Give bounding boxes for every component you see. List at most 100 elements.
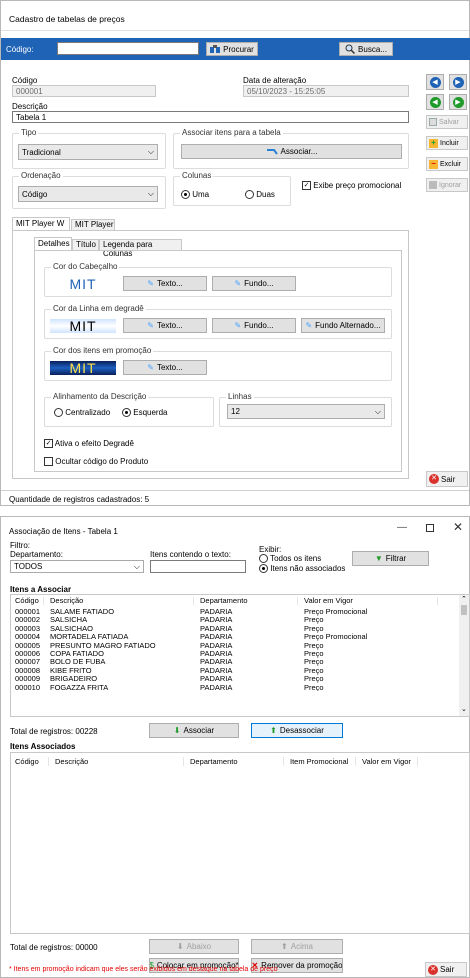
busca-label: Busca... [358,44,387,54]
col-valor[interactable]: Valor em Vigor [298,596,438,606]
col-descricao[interactable]: Descrição [49,757,184,766]
col-item-promo[interactable]: Item Promocional [284,757,356,766]
subtab-detalhes[interactable]: Detalhes [34,237,72,250]
procurar-button[interactable]: Procurar [206,42,258,56]
ignorar-button[interactable]: Ignorar [426,178,468,192]
chevron-down-icon: ⌵ [147,147,154,156]
itens-associar-rows: 000001 SALAME FATIADO PADARIA Preço Promoci… [10,608,457,717]
incluir-label: Incluir [440,139,459,147]
linha-fundo-alt-button[interactable]: ✎ Fundo Alternado... [301,318,385,333]
associar-item-button[interactable]: ⬇ Associar [149,723,239,738]
nav-first-icon: ◀ [429,76,441,88]
cor-promo-label: Cor dos itens em promoção [51,346,154,355]
linha-fundo-button[interactable]: ✎ Fundo... [212,318,296,333]
tab-mit-player[interactable]: MIT Player [71,219,115,230]
desassociar-label: Desassociar [279,726,324,735]
form2-sair-button[interactable]: ✕ Sair [425,962,467,977]
esquerda-label: Esquerda [133,408,168,417]
exibe-promo-label: Exibe preço promocional [313,181,402,190]
busca-button[interactable]: Busca... [339,42,393,56]
table-row[interactable]: 000009 BRIGADEIRO PADARIA Preço [10,674,457,684]
departamento-value: TODOS [14,562,43,571]
list-scrollbar[interactable]: ⌃ ⌄ [459,595,469,716]
ordenacao-select[interactable]: Código ⌵ [18,186,158,202]
linha-texto-button[interactable]: ✎ Texto... [123,318,207,333]
ocultar-codigo-checkbox[interactable]: Ocultar código do Produto [44,457,149,467]
nav-prev-button[interactable]: ◀ [426,94,444,110]
exibir-todos-radio[interactable]: Todos os itens [259,554,321,564]
table-row[interactable]: 000010 FOGAZZA FRITA PADARIA Preço [10,684,457,691]
nav-next-icon: ▶ [452,96,464,108]
esquerda-radio[interactable]: Esquerda [122,408,168,418]
incluir-button[interactable]: + Incluir [426,136,468,150]
arrow-down-icon: ⬇ [173,726,181,735]
salvar-button[interactable]: Salvar [426,115,468,129]
filtrar-label: Filtrar [385,554,407,563]
col-codigo[interactable]: Código [10,596,44,606]
scroll-down-icon[interactable]: ⌄ [461,705,467,713]
desassociar-button[interactable]: ⬆ Desassociar [251,723,343,738]
chevron-down-icon: ⌵ [133,561,140,571]
sair-button[interactable]: ✕ Sair [426,471,468,487]
ordenacao-group-label: Ordenação [19,171,63,180]
exibir-nao-radio[interactable]: Itens não associados [259,564,346,574]
cell-valor: Preço [304,683,324,691]
descricao-field[interactable]: Tabela 1 [12,111,409,123]
centralizado-radio[interactable]: Centralizado [54,408,110,418]
arrow-swoosh-icon [266,148,278,155]
col-uma-label: Uma [192,190,210,199]
footnote: * Itens em promoção indicam que eles ser… [9,966,278,973]
ativa-degrade-checkbox[interactable]: ✓ Ativa o efeito Degradê [44,439,134,449]
col-valor[interactable]: Valor em Vigor [356,757,418,766]
ocultar-codigo-label: Ocultar código do Produto [55,457,149,466]
associar-button[interactable]: Associar... [181,144,402,159]
cell-departamento: PADARIA [200,674,233,684]
exibir-nao-label: Itens não associados [270,564,346,573]
total2-label: Total de registros: 00000 [10,943,98,952]
col-codigo[interactable]: Código [10,757,49,766]
itens-associar-header: Código Descrição Departamento Valor em V… [10,596,457,606]
col-descricao[interactable]: Descrição [44,596,194,606]
acima-button[interactable]: ⬆ Acima [251,939,343,954]
scroll-thumb[interactable] [461,605,467,615]
form2-title: Associação de Itens - Tabela 1 [9,527,118,536]
cabecalho-fundo-button[interactable]: ✎ Fundo... [212,276,296,291]
promo-texto-button[interactable]: ✎ Texto... [123,360,207,375]
minimize-icon[interactable]: — [397,522,407,533]
search-code-input[interactable] [57,42,199,55]
linhas-select[interactable]: 12 ⌵ [227,404,385,419]
radio-icon [54,408,63,418]
filtrar-button[interactable]: ▼ Filtrar [352,551,429,566]
departamento-select[interactable]: TODOS ⌵ [10,560,144,573]
abaixo-button[interactable]: ⬇ Abaixo [149,939,239,954]
form1-top-divider [1,30,469,31]
check-icon: ✓ [44,439,53,449]
maximize-icon[interactable] [426,524,434,532]
col-duas-radio[interactable]: Duas [245,190,275,200]
subtab-titulo[interactable]: Título [72,239,99,250]
exibe-promo-checkbox[interactable]: ✓ Exibe preço promocional [302,181,402,191]
form1-title: Cadastro de tabelas de preços [9,14,125,24]
col-departamento[interactable]: Departamento [194,596,298,606]
itens-texto-input[interactable] [150,560,246,573]
cabecalho-texto-button[interactable]: ✎ Texto... [123,276,207,291]
tipo-value: Tradicional [22,147,61,157]
cor-cabecalho-label: Cor do Cabeçalho [51,262,120,271]
tab-mit-player-w[interactable]: MIT Player W [12,217,70,230]
col-departamento[interactable]: Departamento [184,757,284,766]
radio-icon [245,190,254,200]
add-icon: + [429,138,438,148]
linha-preview: MIT [50,318,116,334]
col-uma-radio[interactable]: Uma [181,190,210,200]
fundo-alt-label: Fundo Alternado... [315,321,381,330]
nav-next-button[interactable]: ▶ [449,94,467,110]
close-window-icon[interactable]: ✕ [453,520,463,534]
nav-first-button[interactable]: ◀ [426,74,444,90]
tipo-select[interactable]: Tradicional ⌵ [18,144,158,160]
subtab-legenda[interactable]: Legenda para Colunas [99,239,182,258]
nav-last-button[interactable]: ▶ [449,74,467,90]
excluir-button[interactable]: − Excluir [426,157,468,171]
cell-descricao: BRIGADEIRO [50,674,98,684]
cor-linha-label: Cor da Linha em degradê [51,304,146,313]
scroll-up-icon[interactable]: ⌃ [461,595,467,603]
